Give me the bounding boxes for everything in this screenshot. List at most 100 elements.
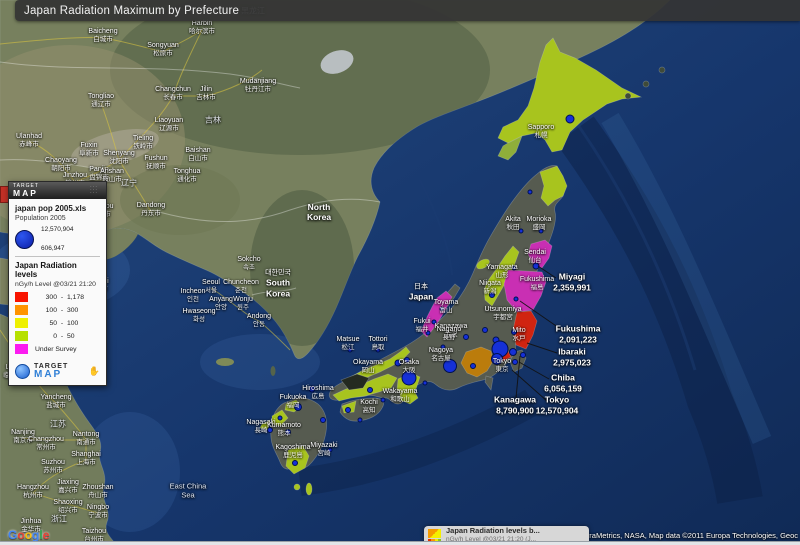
map-city-label: Tonghua通化市 [174, 168, 201, 184]
region-label: 江苏 [50, 419, 66, 430]
population-dot[interactable] [368, 388, 373, 393]
prefecture-callout: Ibaraki2,975,023 [553, 346, 591, 367]
map-city-label: Ningbo宁波市 [87, 504, 109, 520]
map-city-label: Fushun抚顺市 [144, 155, 167, 171]
targetmap-logo: TARGET MAP [13, 184, 39, 198]
region-label: North Korea [296, 202, 342, 222]
page-title: Japan Radiation Maximum by Prefecture [15, 5, 239, 17]
legend-panel-footer: TARGET MAP ✋ [9, 360, 106, 385]
map-city-label: Fuxin阜新市 [79, 142, 99, 158]
map-city-label: Chuncheon춘천 [223, 279, 259, 295]
map-stage[interactable]: 黑龙江吉林辽宁江苏浙江North Korea대한민국South Korea日本J… [0, 0, 800, 545]
map-city-label: Osaka大阪 [399, 359, 419, 375]
prefecture-callout: Tokyo12,570,904 [536, 394, 579, 415]
region-label: 대한민국South Korea [255, 270, 301, 299]
map-city-label: Fukuoka福岡 [280, 394, 307, 410]
map-title-bar: Japan Radiation Maximum by Prefecture [15, 0, 800, 21]
population-dot[interactable] [321, 418, 326, 423]
map-city-label: Tieling铁岭市 [133, 135, 153, 151]
map-city-label: Andong안동 [247, 313, 271, 329]
map-city-label: Kagoshima鹿児島 [275, 444, 310, 460]
map-city-label: Niigata新潟 [479, 280, 501, 296]
map-city-label: Fukushima福島 [520, 276, 554, 292]
map-city-label: Tottori鳥取 [368, 336, 387, 352]
legend-class-row: 300-1,178 [15, 291, 100, 303]
population-min-value: 606,947 [41, 245, 74, 252]
map-city-label: Hangzhou杭州市 [17, 484, 49, 500]
radiation-legend-rows: 300-1,178100-30050-1000-50Under Survey [15, 291, 100, 355]
map-city-label: Nagoya名古屋 [429, 347, 453, 363]
legend-color-swatch [15, 344, 28, 354]
map-city-label: Akita秋田 [505, 216, 521, 232]
region-label: East China Sea [166, 482, 210, 501]
google-logo-letter: o [25, 528, 32, 542]
population-dot[interactable] [528, 190, 532, 194]
map-city-label: Fukui福井 [413, 318, 430, 334]
map-city-label: Zhoushan舟山市 [82, 484, 113, 500]
map-city-label: Miyazaki宮崎 [310, 442, 337, 458]
divider [15, 256, 100, 257]
map-city-label: Okayama岡山 [353, 359, 383, 375]
map-city-label: Sapporo札幌 [528, 124, 554, 140]
legend-color-swatch [15, 292, 28, 302]
population-dot[interactable] [423, 381, 427, 385]
dataset-field: Population 2005 [15, 215, 100, 222]
legend-color-swatch [15, 318, 28, 328]
map-city-label: Liaoyuan辽源市 [155, 117, 183, 133]
legend-class-row: Under Survey [15, 343, 100, 355]
population-dot[interactable] [471, 364, 476, 369]
map-city-label: Nantong南通市 [73, 431, 99, 447]
region-label: 日本Japan [409, 284, 434, 303]
population-dot[interactable] [483, 328, 488, 333]
population-dot[interactable] [514, 297, 518, 301]
google-logo[interactable]: Google [8, 528, 49, 542]
population-dot[interactable] [278, 416, 282, 420]
map-city-label: Songyuan松原市 [147, 42, 179, 58]
map-city-label: Incheon인천 [181, 288, 206, 304]
grab-hand-icon[interactable]: ✋ [89, 366, 100, 377]
radiation-legend-subtitle: nGy/h Level @03/21 21:20 [15, 281, 100, 288]
map-city-label: Hiroshima広島 [302, 385, 334, 401]
map-city-label: Chaoyang朝阳市 [45, 157, 77, 173]
window-bottom-strip [0, 541, 800, 545]
region-label: 吉林 [205, 115, 221, 126]
prefecture-callout: Miyagi2,359,991 [553, 271, 591, 292]
toast-title: Japan Radiation levels b... [446, 527, 540, 536]
map-city-label: Shaoxing绍兴市 [53, 499, 82, 515]
population-dot[interactable] [521, 353, 526, 358]
google-logo-letter: G [8, 528, 17, 542]
map-city-label: Wonju원주 [233, 296, 253, 312]
population-symbol-row: 12,570,904 606,947 [15, 226, 100, 252]
map-city-label: Shanghai上海市 [71, 451, 101, 467]
population-dot[interactable] [346, 408, 351, 413]
population-dot[interactable] [358, 418, 362, 422]
targetmap-wordmark[interactable]: TARGET MAP [34, 363, 68, 380]
legend-color-swatch [15, 305, 28, 315]
legend-color-swatch [15, 331, 28, 341]
legend-panel-header[interactable]: TARGET MAP ∙∙∙ ∙∙∙ ∙∙∙ [9, 182, 106, 199]
population-dot[interactable] [293, 461, 298, 466]
targetmap-globe-icon [15, 364, 30, 379]
population-dot[interactable] [513, 360, 518, 365]
population-dot[interactable] [510, 349, 517, 356]
legend-class-row: 0-50 [15, 330, 100, 342]
map-city-label: Harbin哈尔滨市 [189, 20, 215, 36]
map-city-label: Sendai仙台 [524, 249, 546, 265]
prefecture-callout: Kanagawa8,790,900 [494, 394, 536, 415]
map-city-label: Sokcho속초 [237, 256, 260, 272]
map-city-label: Utsunomiya宇都宮 [485, 306, 522, 322]
drag-grip-icon[interactable]: ∙∙∙ ∙∙∙ ∙∙∙ [90, 186, 102, 195]
map-city-label: Yancheng盐城市 [40, 394, 71, 410]
legend-panel-body: japan pop 2005.xls Population 2005 12,57… [9, 199, 106, 360]
map-city-label: Tokyo東京 [493, 358, 511, 374]
population-max-value: 12,570,904 [41, 226, 74, 233]
population-dot[interactable] [566, 115, 574, 123]
map-city-label: Jilin吉林市 [196, 86, 216, 102]
legend-class-row: 100-300 [15, 304, 100, 316]
legend-panel[interactable]: TARGET MAP ∙∙∙ ∙∙∙ ∙∙∙ japan pop 2005.xl… [8, 181, 107, 386]
prefecture-callout: Fukushima2,091,223 [556, 323, 601, 344]
map-city-label: Baishan白山市 [185, 147, 210, 163]
map-city-label: Tongliao通辽市 [88, 93, 114, 109]
map-city-label: Kochi高知 [360, 399, 378, 415]
prefecture-callout: Chiba6,056,159 [544, 372, 582, 393]
